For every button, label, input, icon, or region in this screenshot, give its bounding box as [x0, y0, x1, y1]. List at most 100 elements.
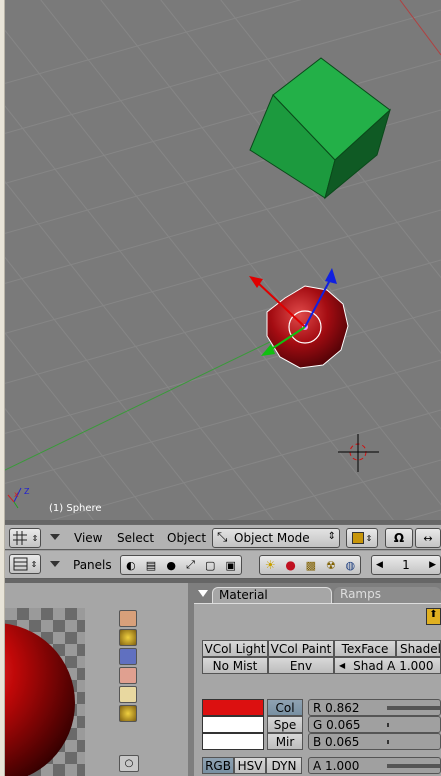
- menu-object[interactable]: Object: [167, 531, 206, 545]
- frame-value: 1: [402, 558, 410, 572]
- spe-button[interactable]: Spe: [267, 716, 303, 733]
- blue-slider-label: B 0.065: [313, 734, 360, 749]
- pivot-button[interactable]: Ω: [385, 528, 413, 548]
- updown-icon: ⇕: [327, 531, 336, 542]
- scene-icon[interactable]: ▣: [226, 559, 236, 572]
- arrow-left-icon[interactable]: ◀: [339, 661, 345, 670]
- viewport-grid: [5, 0, 441, 520]
- radiosity-icon[interactable]: ☢: [326, 559, 336, 572]
- context-buttons[interactable]: ◐ ▤ ● ⤢ ▢ ▣: [120, 555, 242, 575]
- editing-icon[interactable]: ▢: [205, 559, 215, 572]
- vcol-light-button[interactable]: VCol Light: [202, 640, 268, 657]
- hsv-button[interactable]: HSV: [234, 757, 266, 774]
- viewport-scene[interactable]: Z x: [5, 0, 441, 520]
- panels-label: Panels: [73, 558, 112, 572]
- cube-preview-icon[interactable]: [119, 648, 137, 665]
- mode-label: Object Mode: [234, 531, 310, 545]
- texture-icon[interactable]: ▩: [306, 559, 316, 572]
- arrow-left-icon[interactable]: ◀: [376, 560, 383, 570]
- tab-material-label: Material: [219, 588, 268, 602]
- buttons-header: ⇕ Panels ◐ ▤ ● ⤢ ▢ ▣ ☀ ● ▩ ☢ ◍ ◀ 1 ▶: [5, 551, 441, 579]
- dyn-button[interactable]: DYN: [266, 757, 302, 774]
- sphere-object: [249, 268, 349, 369]
- arrow-right-icon[interactable]: ▶: [429, 560, 436, 570]
- 3d-cursor: [338, 434, 379, 472]
- preview-type-buttons[interactable]: [119, 610, 139, 724]
- shad-alpha-field[interactable]: ◀ Shad A 1.000: [334, 657, 441, 674]
- world-icon[interactable]: ◍: [345, 559, 355, 572]
- tab-ramps-label: Ramps: [340, 587, 381, 601]
- green-slider-fill: [387, 723, 389, 727]
- menu-view[interactable]: View: [74, 531, 102, 545]
- updown-icon: ⇕: [365, 533, 373, 543]
- red-slider[interactable]: R 0.862: [308, 699, 441, 716]
- manipulator-button[interactable]: ↔: [415, 528, 441, 548]
- color-swatch-spe[interactable]: [202, 716, 264, 733]
- col-button[interactable]: Col: [267, 699, 303, 716]
- material-icon[interactable]: ●: [285, 558, 295, 572]
- object-icon[interactable]: ⤢: [186, 558, 195, 572]
- color-swatch-mir[interactable]: [202, 733, 264, 750]
- object-mode-icon: ⤡: [217, 530, 228, 545]
- shadeless-button[interactable]: Shadele: [396, 640, 441, 657]
- svg-text:Z: Z: [24, 487, 30, 496]
- grid-icon: [12, 531, 27, 545]
- pivot-icon: Ω: [393, 531, 405, 545]
- sky-preview-icon[interactable]: [119, 705, 137, 722]
- preview-panel: ○: [5, 583, 188, 776]
- sphere-preview-icon[interactable]: [119, 629, 137, 646]
- collapse-triangle-icon[interactable]: [50, 534, 60, 540]
- logic-icon[interactable]: ◐: [126, 559, 136, 572]
- rgb-button[interactable]: RGB: [202, 757, 234, 774]
- shad-alpha-value: Shad A 1.000: [353, 658, 434, 673]
- red-slider-fill: [387, 706, 441, 710]
- updown-icon: ⇕: [31, 533, 39, 543]
- script-icon[interactable]: ▤: [146, 559, 156, 572]
- env-button[interactable]: Env: [268, 657, 334, 674]
- active-object-label: (1) Sphere: [49, 503, 102, 514]
- circle-icon: ○: [124, 758, 134, 769]
- panel-pin-icon[interactable]: ⬆: [426, 608, 441, 625]
- material-preview: [5, 608, 85, 776]
- monkey-preview-icon[interactable]: [119, 667, 137, 684]
- blue-slider[interactable]: B 0.065: [308, 733, 441, 750]
- draw-type-button[interactable]: ⇕: [346, 528, 378, 548]
- cube-shade-icon: [351, 532, 364, 544]
- editor-type-button[interactable]: ⇕: [9, 528, 41, 548]
- frame-field[interactable]: ◀ 1 ▶: [371, 555, 441, 575]
- mir-button[interactable]: Mir: [267, 733, 303, 750]
- shading-icon[interactable]: ●: [166, 559, 176, 572]
- buttons-window: ○ Material Ramps ⬆ VCol Light VCol Paint…: [5, 583, 441, 776]
- red-slider-label: R 0.862: [313, 700, 360, 715]
- 3d-view-header: ⇕ View Select Object ⤡ Object Mode ⇕ ⇕ Ω…: [5, 524, 441, 550]
- hair-preview-icon[interactable]: [119, 686, 137, 703]
- arrows-icon: ↔: [423, 531, 433, 545]
- editor-type-button-2[interactable]: ⇕: [9, 554, 41, 574]
- no-mist-button[interactable]: No Mist: [202, 657, 268, 674]
- plane-preview-icon[interactable]: [119, 610, 137, 627]
- mode-select[interactable]: ⤡ Object Mode ⇕: [212, 528, 340, 548]
- green-slider[interactable]: G 0.065: [308, 716, 441, 733]
- alpha-slider[interactable]: A 1.000: [308, 757, 441, 774]
- collapse-triangle-icon[interactable]: [50, 561, 60, 567]
- x-axis-line: [399, 0, 441, 56]
- vcol-paint-button[interactable]: VCol Paint: [268, 640, 334, 657]
- alpha-slider-fill: [387, 764, 441, 768]
- blue-slider-fill: [387, 740, 389, 744]
- panel-collapse-icon[interactable]: [198, 590, 208, 597]
- preview-sphere-image: [5, 608, 85, 776]
- preview-render-button[interactable]: ○: [119, 755, 139, 772]
- alpha-slider-label: A 1.000: [313, 758, 360, 773]
- lamp-icon[interactable]: ☀: [265, 558, 276, 572]
- panel-tabs: Material Ramps: [194, 585, 441, 605]
- subcontext-buttons[interactable]: ☀ ● ▩ ☢ ◍: [259, 555, 361, 575]
- texface-button[interactable]: TexFace: [334, 640, 396, 657]
- 3d-viewport[interactable]: Z x (1) Sphere: [5, 0, 441, 520]
- buttons-window-icon: [13, 557, 28, 571]
- cube-object: [249, 57, 391, 200]
- color-swatch-col[interactable]: [202, 699, 264, 716]
- axis-widget: Z x: [7, 487, 30, 509]
- green-slider-label: G 0.065: [313, 717, 361, 732]
- material-panel: ⬆ VCol Light VCol Paint TexFace Shadele …: [194, 603, 441, 776]
- menu-select[interactable]: Select: [117, 531, 154, 545]
